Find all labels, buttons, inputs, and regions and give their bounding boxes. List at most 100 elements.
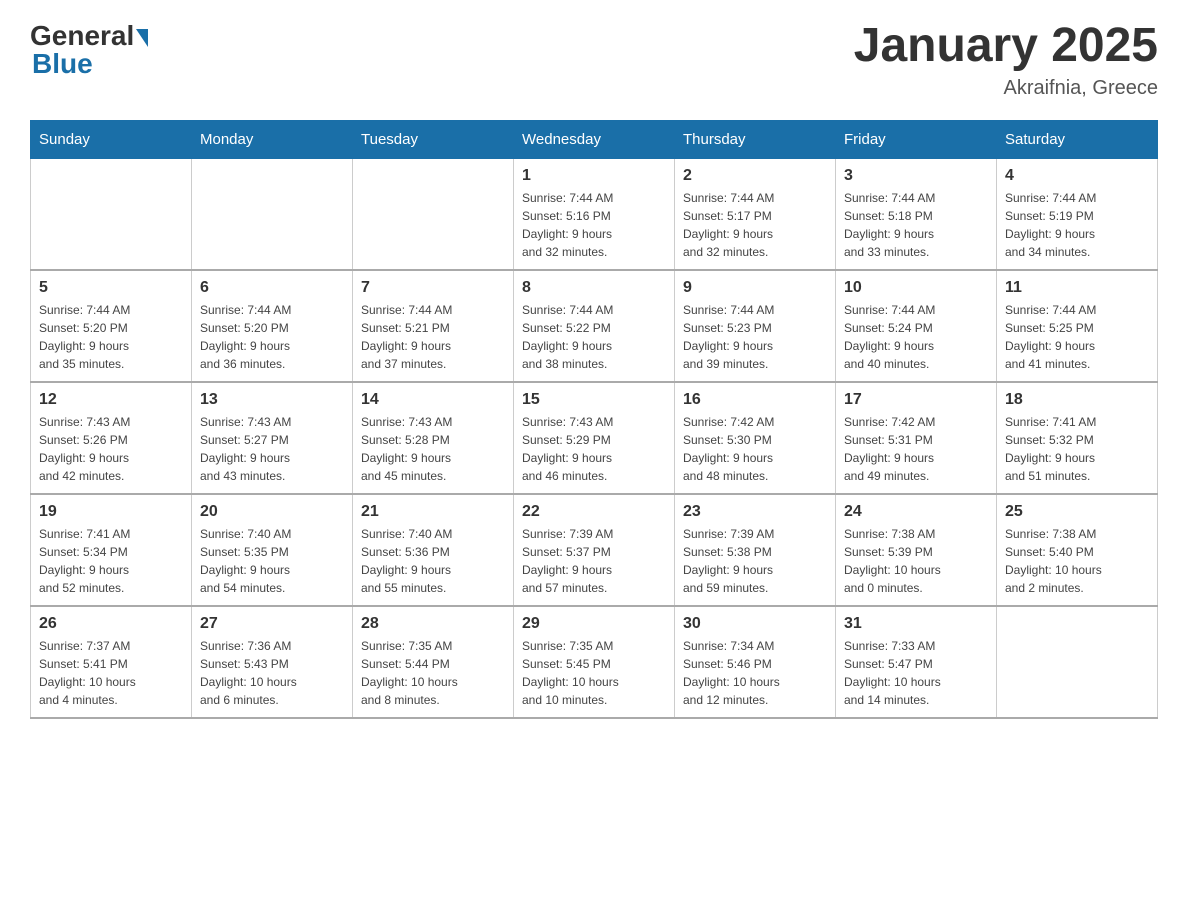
calendar-cell: 19 Sunrise: 7:41 AM Sunset: 5:34 PM Dayli… bbox=[31, 494, 192, 606]
page-header: General Blue January 2025 Akraifnia, Gre… bbox=[30, 20, 1158, 100]
day-number: 20 bbox=[200, 503, 344, 521]
calendar-cell: 28 Sunrise: 7:35 AM Sunset: 5:44 PM Dayli… bbox=[353, 606, 514, 718]
calendar-cell: 8 Sunrise: 7:44 AM Sunset: 5:22 PM Daylig… bbox=[514, 270, 675, 382]
day-number: 8 bbox=[522, 279, 666, 297]
calendar-cell: 17Sunrise: 7:42 AM Sunset: 5:31 PM Dayli… bbox=[836, 382, 997, 494]
day-number: 28 bbox=[361, 615, 505, 633]
calendar-cell: 2Sunrise: 7:44 AM Sunset: 5:17 PM Daylig… bbox=[675, 158, 836, 270]
day-number: 26 bbox=[39, 615, 183, 633]
day-number: 11 bbox=[1005, 279, 1149, 297]
calendar-cell: 9 Sunrise: 7:44 AM Sunset: 5:23 PM Daylig… bbox=[675, 270, 836, 382]
day-number: 4 bbox=[1005, 167, 1149, 185]
day-info: Sunrise: 7:44 AM Sunset: 5:16 PM Dayligh… bbox=[522, 189, 666, 261]
calendar-cell: 12 Sunrise: 7:43 AM Sunset: 5:26 PM Dayli… bbox=[31, 382, 192, 494]
calendar-table: SundayMondayTuesdayWednesdayThursdayFrid… bbox=[30, 120, 1158, 719]
day-info: Sunrise: 7:41 AM Sunset: 5:32 PM Dayligh… bbox=[1005, 413, 1149, 485]
day-info: Sunrise: 7:44 AM Sunset: 5:17 PM Dayligh… bbox=[683, 189, 827, 261]
calendar-cell: 25Sunrise: 7:38 AM Sunset: 5:40 PM Dayli… bbox=[997, 494, 1158, 606]
weekday-thursday: Thursday bbox=[675, 120, 836, 158]
calendar-header: SundayMondayTuesdayWednesdayThursdayFrid… bbox=[31, 120, 1158, 158]
day-info: Sunrise: 7:37 AM Sunset: 5:41 PM Dayligh… bbox=[39, 637, 183, 709]
calendar-cell: 18 Sunrise: 7:41 AM Sunset: 5:32 PM Dayli… bbox=[997, 382, 1158, 494]
day-number: 22 bbox=[522, 503, 666, 521]
day-info: Sunrise: 7:44 AM Sunset: 5:19 PM Dayligh… bbox=[1005, 189, 1149, 261]
logo-blue-text: Blue bbox=[32, 48, 93, 80]
day-number: 16 bbox=[683, 391, 827, 409]
logo: General Blue bbox=[30, 20, 148, 80]
calendar-cell: 11Sunrise: 7:44 AM Sunset: 5:25 PM Dayli… bbox=[997, 270, 1158, 382]
day-number: 10 bbox=[844, 279, 988, 297]
day-number: 3 bbox=[844, 167, 988, 185]
weekday-saturday: Saturday bbox=[997, 120, 1158, 158]
day-info: Sunrise: 7:35 AM Sunset: 5:44 PM Dayligh… bbox=[361, 637, 505, 709]
title-section: January 2025 Akraifnia, Greece bbox=[854, 20, 1158, 100]
day-number: 9 bbox=[683, 279, 827, 297]
day-info: Sunrise: 7:39 AM Sunset: 5:37 PM Dayligh… bbox=[522, 525, 666, 597]
day-info: Sunrise: 7:35 AM Sunset: 5:45 PM Dayligh… bbox=[522, 637, 666, 709]
calendar-cell: 10 Sunrise: 7:44 AM Sunset: 5:24 PM Dayli… bbox=[836, 270, 997, 382]
day-info: Sunrise: 7:44 AM Sunset: 5:21 PM Dayligh… bbox=[361, 301, 505, 373]
day-info: Sunrise: 7:34 AM Sunset: 5:46 PM Dayligh… bbox=[683, 637, 827, 709]
day-info: Sunrise: 7:44 AM Sunset: 5:20 PM Dayligh… bbox=[39, 301, 183, 373]
day-number: 18 bbox=[1005, 391, 1149, 409]
calendar-cell: 29 Sunrise: 7:35 AM Sunset: 5:45 PM Dayli… bbox=[514, 606, 675, 718]
calendar-cell: 1 Sunrise: 7:44 AM Sunset: 5:16 PM Daylig… bbox=[514, 158, 675, 270]
weekday-wednesday: Wednesday bbox=[514, 120, 675, 158]
calendar-cell: 31Sunrise: 7:33 AM Sunset: 5:47 PM Dayli… bbox=[836, 606, 997, 718]
calendar-cell: 26 Sunrise: 7:37 AM Sunset: 5:41 PM Dayli… bbox=[31, 606, 192, 718]
week-row-3: 12 Sunrise: 7:43 AM Sunset: 5:26 PM Dayli… bbox=[31, 382, 1158, 494]
day-info: Sunrise: 7:36 AM Sunset: 5:43 PM Dayligh… bbox=[200, 637, 344, 709]
calendar-cell: 24 Sunrise: 7:38 AM Sunset: 5:39 PM Dayli… bbox=[836, 494, 997, 606]
calendar-cell: 22 Sunrise: 7:39 AM Sunset: 5:37 PM Dayli… bbox=[514, 494, 675, 606]
calendar-cell: 7 Sunrise: 7:44 AM Sunset: 5:21 PM Daylig… bbox=[353, 270, 514, 382]
calendar-cell: 27 Sunrise: 7:36 AM Sunset: 5:43 PM Dayli… bbox=[192, 606, 353, 718]
calendar-cell: 6 Sunrise: 7:44 AM Sunset: 5:20 PM Daylig… bbox=[192, 270, 353, 382]
day-info: Sunrise: 7:44 AM Sunset: 5:20 PM Dayligh… bbox=[200, 301, 344, 373]
logo-arrow-icon bbox=[136, 29, 148, 47]
calendar-cell: 21 Sunrise: 7:40 AM Sunset: 5:36 PM Dayli… bbox=[353, 494, 514, 606]
day-number: 19 bbox=[39, 503, 183, 521]
day-number: 12 bbox=[39, 391, 183, 409]
day-info: Sunrise: 7:44 AM Sunset: 5:22 PM Dayligh… bbox=[522, 301, 666, 373]
calendar-cell: 16Sunrise: 7:42 AM Sunset: 5:30 PM Dayli… bbox=[675, 382, 836, 494]
day-number: 21 bbox=[361, 503, 505, 521]
day-info: Sunrise: 7:44 AM Sunset: 5:23 PM Dayligh… bbox=[683, 301, 827, 373]
calendar-cell: 13 Sunrise: 7:43 AM Sunset: 5:27 PM Dayli… bbox=[192, 382, 353, 494]
calendar-cell bbox=[192, 158, 353, 270]
calendar-cell: 20 Sunrise: 7:40 AM Sunset: 5:35 PM Dayli… bbox=[192, 494, 353, 606]
day-number: 1 bbox=[522, 167, 666, 185]
day-info: Sunrise: 7:40 AM Sunset: 5:36 PM Dayligh… bbox=[361, 525, 505, 597]
weekday-monday: Monday bbox=[192, 120, 353, 158]
day-info: Sunrise: 7:43 AM Sunset: 5:26 PM Dayligh… bbox=[39, 413, 183, 485]
day-info: Sunrise: 7:40 AM Sunset: 5:35 PM Dayligh… bbox=[200, 525, 344, 597]
day-number: 29 bbox=[522, 615, 666, 633]
day-info: Sunrise: 7:42 AM Sunset: 5:31 PM Dayligh… bbox=[844, 413, 988, 485]
day-number: 14 bbox=[361, 391, 505, 409]
day-number: 24 bbox=[844, 503, 988, 521]
day-info: Sunrise: 7:43 AM Sunset: 5:28 PM Dayligh… bbox=[361, 413, 505, 485]
location: Akraifnia, Greece bbox=[854, 77, 1158, 100]
weekday-sunday: Sunday bbox=[31, 120, 192, 158]
week-row-4: 19 Sunrise: 7:41 AM Sunset: 5:34 PM Dayli… bbox=[31, 494, 1158, 606]
month-title: January 2025 bbox=[854, 20, 1158, 73]
day-info: Sunrise: 7:38 AM Sunset: 5:39 PM Dayligh… bbox=[844, 525, 988, 597]
calendar-cell: 14 Sunrise: 7:43 AM Sunset: 5:28 PM Dayli… bbox=[353, 382, 514, 494]
weekday-header-row: SundayMondayTuesdayWednesdayThursdayFrid… bbox=[31, 120, 1158, 158]
week-row-2: 5 Sunrise: 7:44 AM Sunset: 5:20 PM Daylig… bbox=[31, 270, 1158, 382]
week-row-1: 1 Sunrise: 7:44 AM Sunset: 5:16 PM Daylig… bbox=[31, 158, 1158, 270]
day-number: 5 bbox=[39, 279, 183, 297]
week-row-5: 26 Sunrise: 7:37 AM Sunset: 5:41 PM Dayli… bbox=[31, 606, 1158, 718]
day-number: 13 bbox=[200, 391, 344, 409]
day-number: 25 bbox=[1005, 503, 1149, 521]
day-number: 15 bbox=[522, 391, 666, 409]
day-info: Sunrise: 7:41 AM Sunset: 5:34 PM Dayligh… bbox=[39, 525, 183, 597]
day-number: 6 bbox=[200, 279, 344, 297]
day-info: Sunrise: 7:33 AM Sunset: 5:47 PM Dayligh… bbox=[844, 637, 988, 709]
day-info: Sunrise: 7:44 AM Sunset: 5:18 PM Dayligh… bbox=[844, 189, 988, 261]
day-number: 27 bbox=[200, 615, 344, 633]
day-info: Sunrise: 7:44 AM Sunset: 5:24 PM Dayligh… bbox=[844, 301, 988, 373]
day-number: 23 bbox=[683, 503, 827, 521]
calendar-cell: 5 Sunrise: 7:44 AM Sunset: 5:20 PM Daylig… bbox=[31, 270, 192, 382]
day-info: Sunrise: 7:43 AM Sunset: 5:27 PM Dayligh… bbox=[200, 413, 344, 485]
day-number: 7 bbox=[361, 279, 505, 297]
